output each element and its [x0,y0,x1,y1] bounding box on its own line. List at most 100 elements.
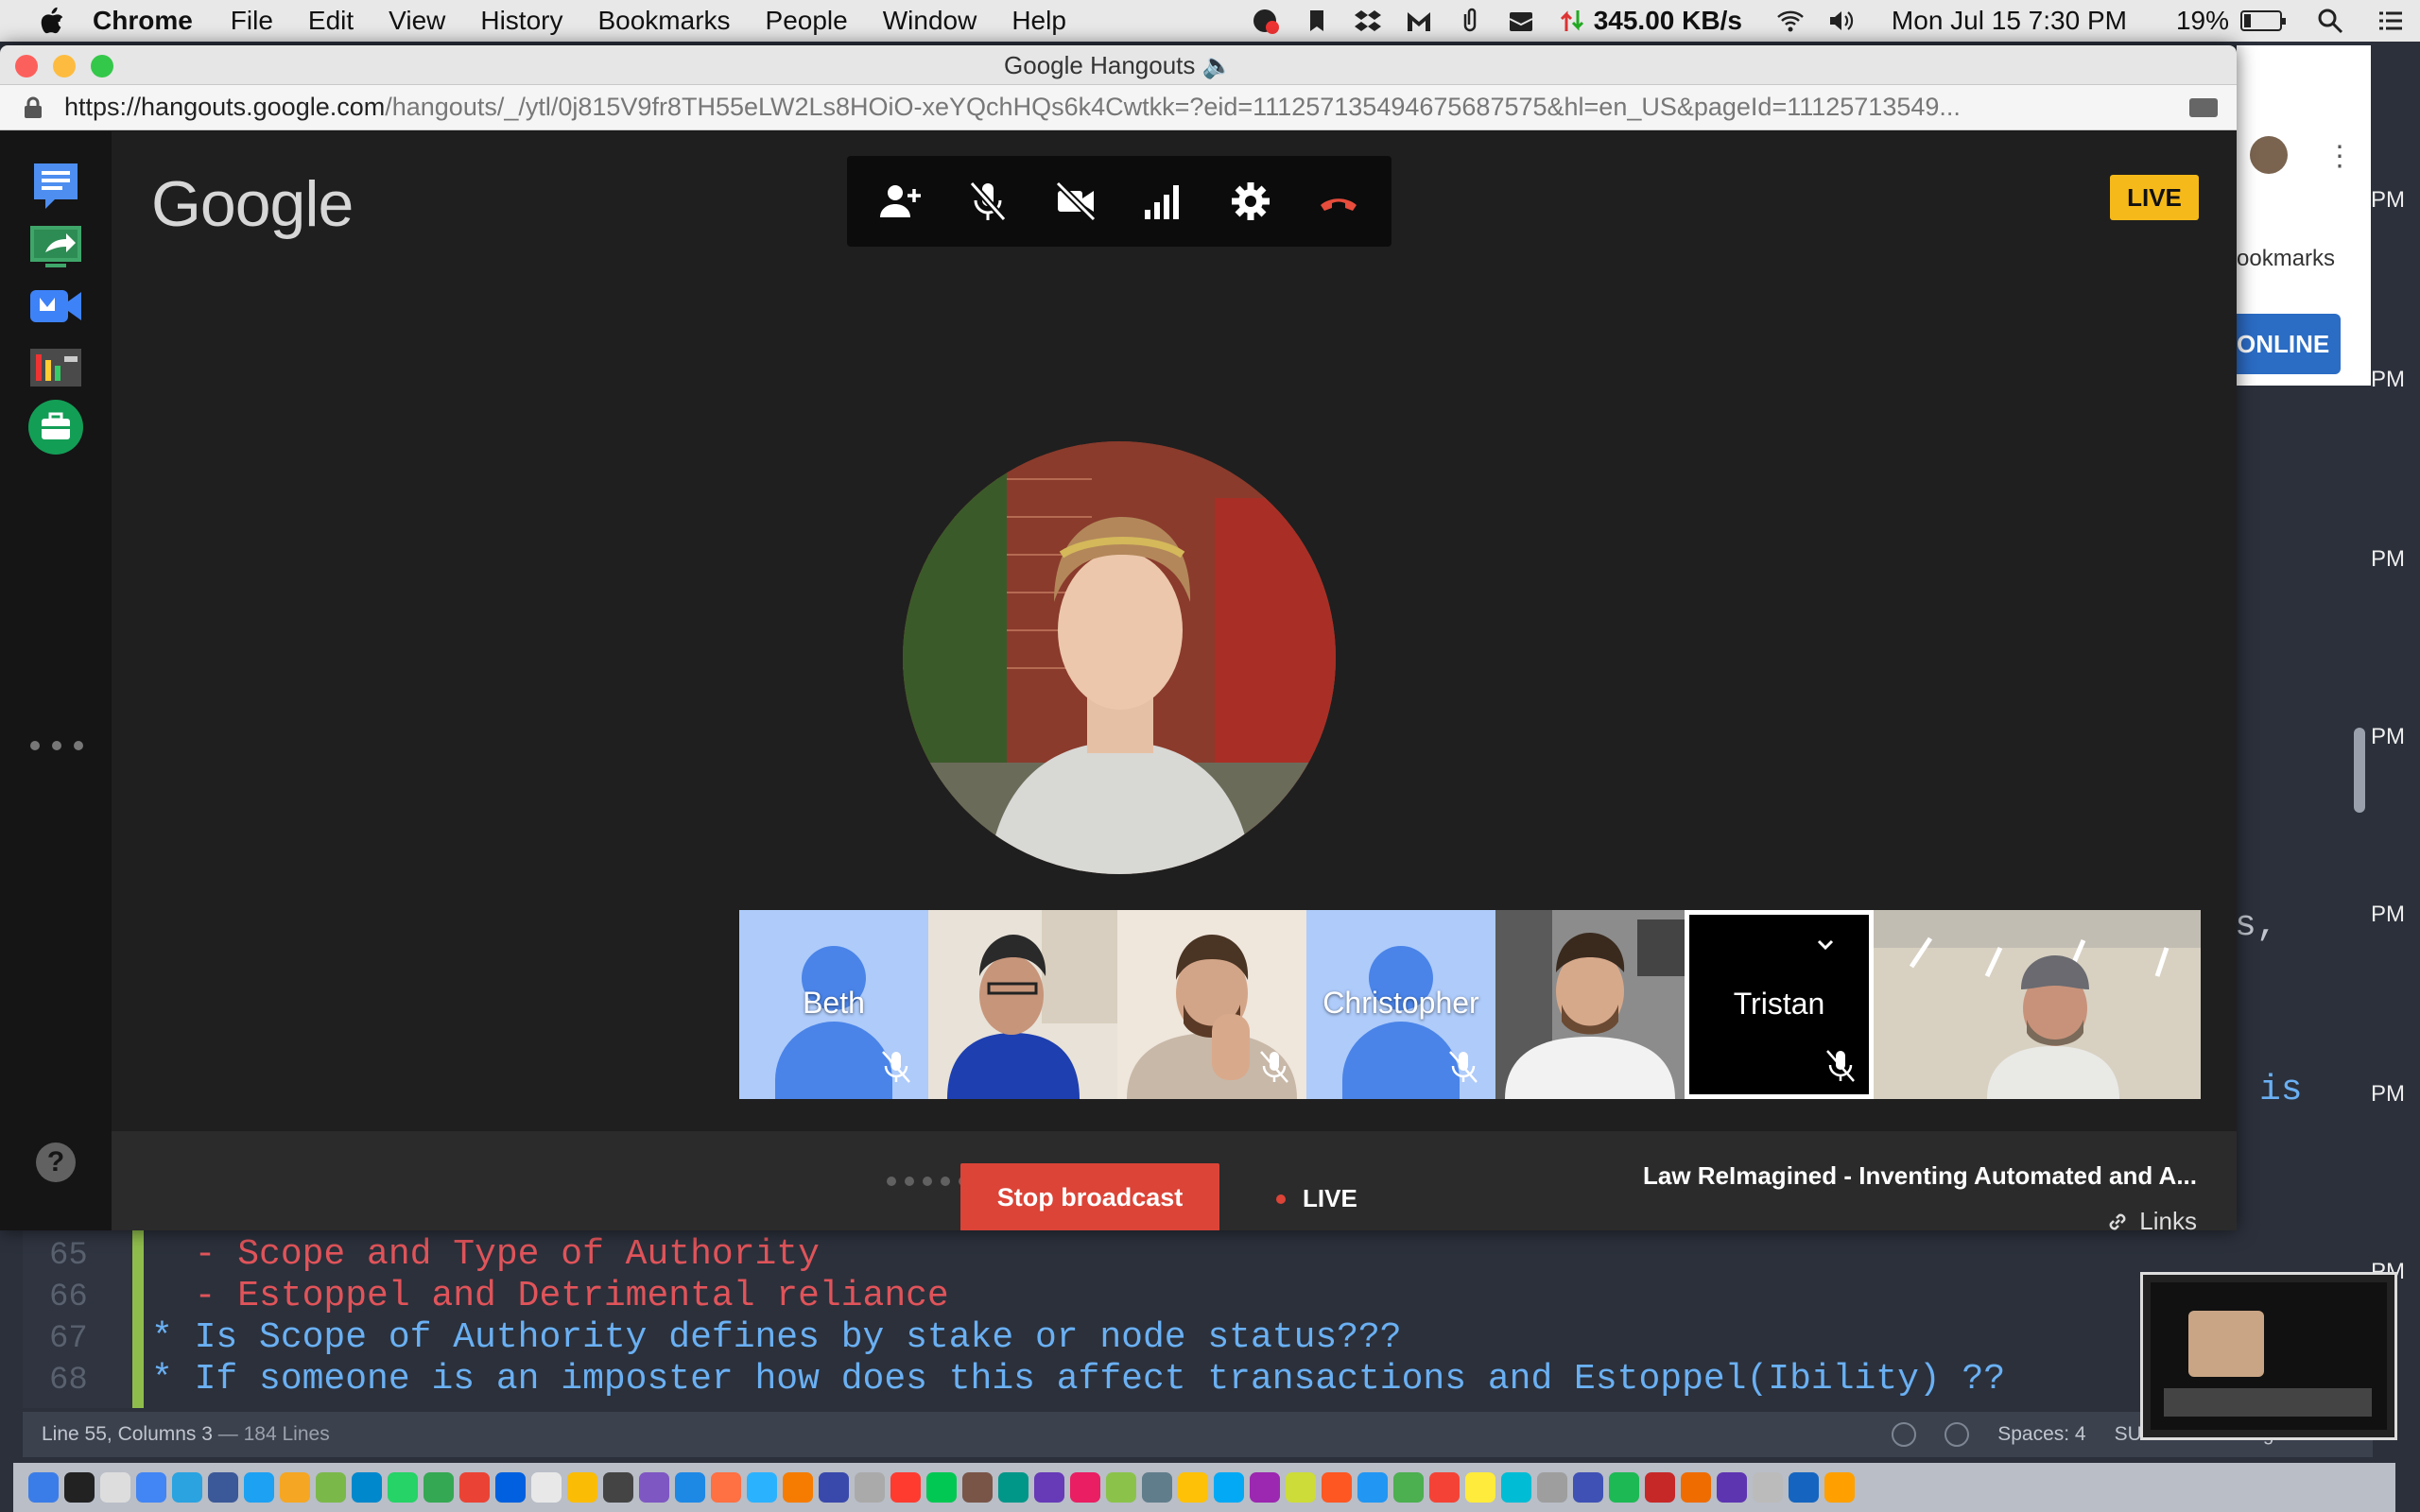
dock-app-icon[interactable] [1034,1472,1064,1503]
dock-app-icon[interactable] [495,1472,526,1503]
dock-app-icon[interactable] [172,1472,202,1503]
camera-off-icon[interactable] [1047,173,1104,230]
dock-app-icon[interactable] [1537,1472,1567,1503]
dock-app-icon[interactable] [819,1472,849,1503]
camera-in-use-icon[interactable] [2189,97,2218,117]
dock-app-icon[interactable] [639,1472,669,1503]
dock-app-icon[interactable] [1178,1472,1208,1503]
menu-help[interactable]: Help [1011,6,1066,36]
dock-app-icon[interactable] [244,1472,274,1503]
menubar-clock[interactable]: Mon Jul 15 7:30 PM [1892,6,2127,36]
dock-app-icon[interactable] [1393,1472,1424,1503]
dock-app-icon[interactable] [675,1472,705,1503]
dock-app-icon[interactable] [1250,1472,1280,1503]
dock-app-icon[interactable] [962,1472,993,1503]
code-line[interactable]: - Scope and Type of Authority [151,1234,820,1275]
dock-app-icon[interactable] [1753,1472,1783,1503]
notification-badge-icon[interactable] [1250,7,1282,35]
dock-app-icon[interactable] [1142,1472,1172,1503]
dock-app-icon[interactable] [1645,1472,1675,1503]
dock-app-icon[interactable] [280,1472,310,1503]
battery-icon[interactable] [2240,10,2286,31]
menu-window[interactable]: Window [883,6,977,36]
check-icon[interactable] [1892,1422,1917,1447]
code-line[interactable]: - Estoppel and Detrimental reliance [151,1276,949,1316]
dock-app-icon[interactable] [1106,1472,1136,1503]
dock-app-icon[interactable] [998,1472,1028,1503]
dock-app-icon[interactable] [1286,1472,1316,1503]
dock-app-icon[interactable] [1465,1472,1495,1503]
malwarebytes-icon[interactable] [1403,7,1435,35]
control-room-icon[interactable] [26,337,85,396]
dock-app-icon[interactable] [1501,1472,1531,1503]
code-line[interactable]: * If someone is an imposter how does thi… [151,1359,2005,1400]
dock-app-icon[interactable] [1070,1472,1100,1503]
dock-app-icon[interactable] [1214,1472,1244,1503]
menu-bookmarks[interactable]: Bookmarks [597,6,730,36]
dock-app-icon[interactable] [711,1472,741,1503]
apple-menu-icon[interactable] [38,6,66,36]
dock-app-icon[interactable] [1357,1472,1388,1503]
video-thumbnail-preview[interactable] [2140,1272,2397,1440]
mic-off-icon[interactable] [959,173,1016,230]
address-bar[interactable]: https://hangouts.google.com/hangouts/_/y… [0,85,2237,130]
url-field[interactable]: https://hangouts.google.com/hangouts/_/y… [64,93,2172,122]
dock-app-icon[interactable] [136,1472,166,1503]
dock-app-icon[interactable] [567,1472,597,1503]
bookmark-icon[interactable] [1301,7,1333,35]
dock-app-icon[interactable] [855,1472,885,1503]
dock-app-icon[interactable] [1573,1472,1603,1503]
menu-people[interactable]: People [766,6,848,36]
screenshare-app-icon[interactable] [26,216,85,275]
dock-app-icon[interactable] [28,1472,59,1503]
participant-tile[interactable]: Christopher [1306,910,1495,1099]
dock-app-icon[interactable] [783,1472,813,1503]
dock-app-icon[interactable] [1789,1472,1819,1503]
dock-app-icon[interactable] [459,1472,490,1503]
briefcase-app-icon[interactable] [26,398,85,456]
participant-tile[interactable] [1874,910,2201,1099]
dock-app-icon[interactable] [100,1472,130,1503]
more-menu-icon[interactable]: ⋮ [2325,140,2354,173]
window-titlebar[interactable]: Google Hangouts 🔈 [0,45,2237,85]
menu-file[interactable]: File [231,6,273,36]
participant-tile[interactable] [1495,910,1685,1099]
hangout-toolbox-icon[interactable] [26,277,85,335]
code-line[interactable]: * Is Scope of Authority defines by stake… [151,1317,1402,1358]
participant-tile-selected[interactable]: Tristan [1685,910,1874,1099]
participant-tile[interactable]: Beth [739,910,928,1099]
dock-app-icon[interactable] [424,1472,454,1503]
links-button[interactable]: Links [2105,1207,2197,1230]
dropbox-icon[interactable] [1352,7,1384,35]
dock-app-icon[interactable] [926,1472,957,1503]
dock-app-icon[interactable] [1717,1472,1747,1503]
stop-broadcast-button[interactable]: Stop broadcast [960,1163,1219,1230]
settings-icon[interactable] [1222,173,1279,230]
dock-app-icon[interactable] [316,1472,346,1503]
avatar[interactable] [2250,136,2288,174]
dock-app-icon[interactable] [1322,1472,1352,1503]
dock-app-icon[interactable] [388,1472,418,1503]
menu-history[interactable]: History [480,6,562,36]
dock-app-icon[interactable] [1824,1472,1855,1503]
editor-scrollbar[interactable] [2354,728,2365,813]
search-icon[interactable] [2314,7,2346,35]
help-icon[interactable]: ? [36,1143,76,1182]
hang-up-icon[interactable] [1310,173,1367,230]
dock-app-icon[interactable] [64,1472,95,1503]
volume-icon[interactable] [1825,7,1858,35]
dock-app-icon[interactable] [747,1472,777,1503]
dock-app-icon[interactable] [1609,1472,1639,1503]
online-button[interactable]: ONLINE [2237,314,2341,374]
list-icon[interactable] [2375,7,2407,35]
dock-app-icon[interactable] [208,1472,238,1503]
participant-tile[interactable] [928,910,1117,1099]
dock-app-icon[interactable] [890,1472,921,1503]
menu-edit[interactable]: Edit [308,6,354,36]
menu-view[interactable]: View [389,6,445,36]
participant-tile[interactable] [1117,910,1306,1099]
chevron-down-icon[interactable] [1816,936,1835,954]
add-person-icon[interactable] [872,173,928,230]
indentation-setting[interactable]: Spaces: 4 [1997,1423,2085,1446]
dock-app-icon[interactable] [603,1472,633,1503]
